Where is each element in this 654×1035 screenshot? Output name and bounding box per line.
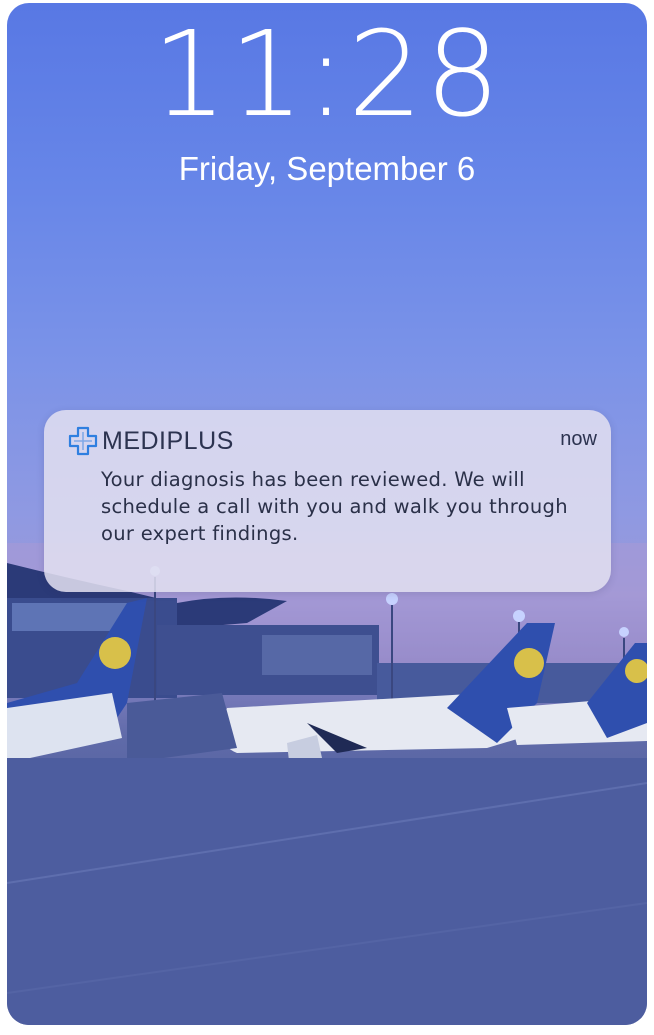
notification-message: Your diagnosis has been reviewed. We wil… [101, 468, 568, 545]
notification-app-name: MEDIPLUS [102, 426, 234, 455]
lock-screen-clock: 11:28 [151, 5, 503, 143]
notification-timestamp: now [560, 428, 597, 450]
notification-card[interactable]: MEDIPLUS now Your diagnosis has been rev… [44, 410, 611, 592]
medical-cross-icon [68, 426, 98, 456]
notification-header: MEDIPLUS [68, 426, 234, 456]
phone-lock-screen: 11:28 Friday, September 6 MEDIPLUS now Y… [7, 3, 647, 1025]
lock-screen-date: Friday, September 6 [178, 150, 476, 187]
